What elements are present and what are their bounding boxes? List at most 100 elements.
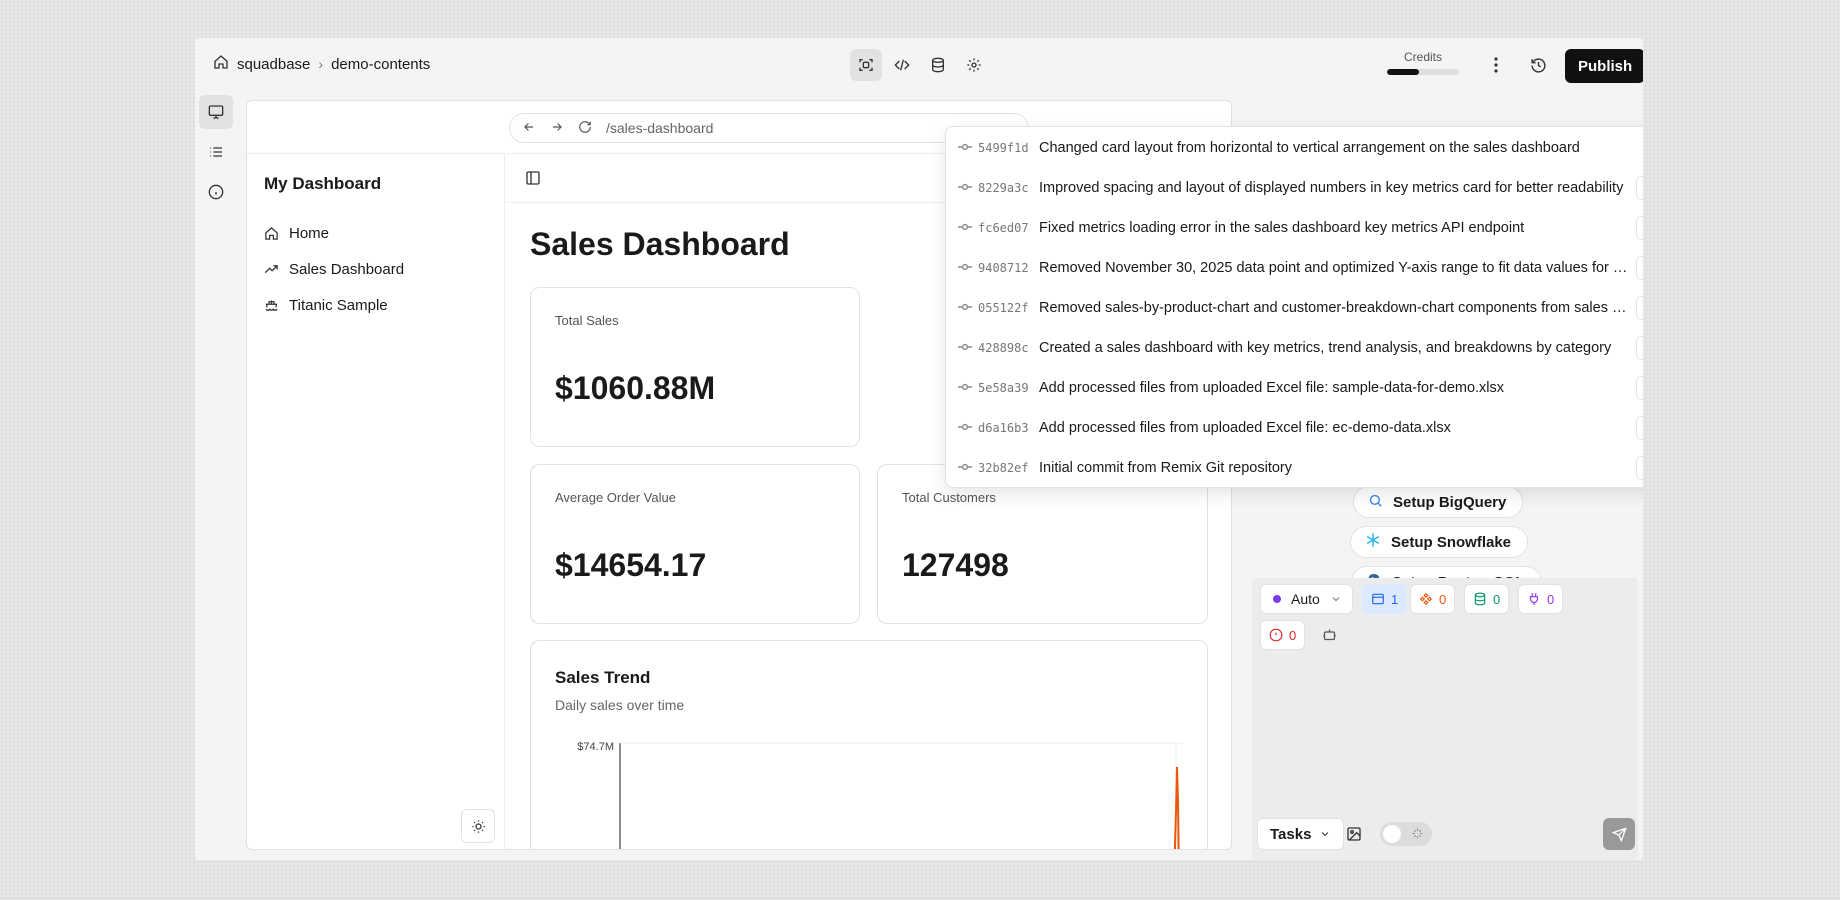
rail-info-button[interactable] bbox=[199, 175, 233, 209]
metric-label: Total Customers bbox=[902, 490, 996, 505]
forward-arrow-icon[interactable] bbox=[550, 120, 564, 137]
restore-here-button[interactable]: Restore here bbox=[1635, 176, 1643, 200]
commit-icon bbox=[958, 342, 972, 355]
mode-select[interactable]: Auto bbox=[1260, 584, 1353, 614]
history-icon bbox=[1530, 57, 1546, 73]
page-title: Sales Dashboard bbox=[530, 226, 790, 262]
credits-bar bbox=[1387, 69, 1459, 75]
nav-item-sales-dashboard[interactable]: Sales Dashboard bbox=[264, 261, 404, 278]
commit-hash: 9408712 bbox=[978, 261, 1029, 275]
commit-icon bbox=[958, 182, 972, 195]
commit-message: Removed November 30, 2025 data point and… bbox=[1039, 260, 1629, 276]
metric-label: Average Order Value bbox=[555, 490, 676, 505]
search-icon bbox=[1368, 493, 1383, 512]
tasks-button[interactable]: Tasks bbox=[1257, 818, 1345, 850]
browser-icon bbox=[1372, 593, 1384, 605]
more-vertical-icon bbox=[1494, 57, 1498, 73]
commit-message: Removed sales-by-product-chart and custo… bbox=[1039, 300, 1629, 316]
pages-counter-chip[interactable]: 1 bbox=[1362, 584, 1408, 614]
breadcrumb: squadbase › demo-contents bbox=[213, 54, 430, 74]
setup-bigquery-button[interactable]: Setup BigQuery bbox=[1353, 486, 1524, 518]
setup-label: Setup BigQuery bbox=[1393, 493, 1507, 511]
sparkle-icon bbox=[1412, 828, 1423, 839]
restore-here-button[interactable]: Restore here bbox=[1635, 416, 1643, 440]
setup-snowflake-button[interactable]: Setup Snowflake bbox=[1350, 526, 1529, 558]
history-row: 5e58a39 Add processed files from uploaded… bbox=[946, 368, 1643, 408]
data-sources-counter-chip[interactable]: 0 bbox=[1464, 584, 1510, 614]
counter-value: 1 bbox=[1391, 591, 1399, 607]
send-icon bbox=[1611, 826, 1627, 842]
nav-item-titanic-sample[interactable]: Titanic Sample bbox=[264, 297, 388, 314]
nav-item-label: Home bbox=[289, 225, 330, 242]
top-bar: squadbase › demo-contents Credits Publis… bbox=[195, 38, 1643, 91]
version-history-dropdown: 5499f1d Changed card layout from horizont… bbox=[945, 126, 1643, 488]
history-row: 428898c Created a sales dashboard with ke… bbox=[946, 328, 1643, 368]
list-icon bbox=[210, 147, 222, 157]
breadcrumb-project[interactable]: demo-contents bbox=[331, 56, 430, 73]
history-row: 8229a3c Improved spacing and layout of di… bbox=[946, 168, 1643, 208]
dashboard-sidebar: My Dashboard Home Sales Dashboard Titani… bbox=[247, 154, 505, 849]
rail-list-button[interactable] bbox=[199, 135, 233, 169]
chevron-right-icon: › bbox=[318, 56, 324, 72]
settings-button[interactable] bbox=[958, 49, 990, 81]
sidebar-title: My Dashboard bbox=[264, 174, 382, 193]
code-view-button[interactable] bbox=[886, 49, 918, 81]
metric-card-total-sales: Total Sales $1060.88M bbox=[530, 287, 860, 447]
integrations-counter-chip[interactable]: 0 bbox=[1518, 584, 1564, 614]
restore-here-button[interactable]: Restore here bbox=[1635, 296, 1643, 320]
history-row: 32b82ef Initial commit from Remix Git rep… bbox=[946, 448, 1643, 488]
metric-value: 127498 bbox=[902, 547, 1009, 583]
app-window: squadbase › demo-contents Credits Publis… bbox=[195, 38, 1643, 860]
counter-value: 0 bbox=[1439, 591, 1447, 607]
commit-icon bbox=[958, 222, 972, 235]
nav-item-label: Sales Dashboard bbox=[289, 261, 405, 278]
commit-message: Created a sales dashboard with key metri… bbox=[1039, 340, 1612, 356]
restore-here-button[interactable]: Restore here bbox=[1635, 456, 1643, 480]
restore-here-button[interactable]: Restore here bbox=[1635, 336, 1643, 360]
nav-item-home[interactable]: Home bbox=[264, 225, 329, 242]
rail-preview-button[interactable] bbox=[199, 95, 233, 129]
metric-value: $1060.88M bbox=[555, 370, 716, 406]
image-icon bbox=[1347, 827, 1361, 841]
history-button[interactable] bbox=[1525, 52, 1551, 78]
commit-message: Fixed metrics loading error in the sales… bbox=[1039, 220, 1525, 236]
restore-here-button[interactable]: Restore here bbox=[1635, 376, 1643, 400]
magic-mode-toggle[interactable] bbox=[1380, 822, 1432, 846]
send-button[interactable] bbox=[1603, 818, 1635, 850]
commit-message: Add processed files from uploaded Excel … bbox=[1039, 420, 1451, 436]
commit-icon bbox=[958, 142, 972, 155]
breadcrumb-org[interactable]: squadbase bbox=[237, 56, 310, 73]
sidebar-toggle-button[interactable] bbox=[521, 166, 545, 190]
image-upload-button[interactable] bbox=[1346, 826, 1362, 847]
panel-left-icon bbox=[526, 171, 540, 185]
gear-icon bbox=[967, 58, 981, 72]
theme-toggle-button[interactable] bbox=[461, 809, 495, 843]
nav-item-label: Titanic Sample bbox=[289, 297, 388, 314]
preview-view-button[interactable] bbox=[850, 49, 882, 81]
history-row: 5499f1d Changed card layout from horizont… bbox=[946, 128, 1643, 168]
commit-hash: 5e58a39 bbox=[978, 381, 1029, 395]
commit-message: Improved spacing and layout of displayed… bbox=[1039, 180, 1624, 196]
restore-here-button[interactable]: Restore here bbox=[1635, 256, 1643, 280]
components-counter-chip[interactable]: 0 bbox=[1410, 584, 1456, 614]
metric-card-average-order-value: Average Order Value $14654.17 bbox=[530, 464, 860, 624]
refresh-icon[interactable] bbox=[578, 120, 592, 137]
more-menu-button[interactable] bbox=[1483, 52, 1509, 78]
database-icon bbox=[1474, 592, 1486, 606]
publish-button[interactable]: Publish bbox=[1565, 49, 1643, 83]
component-icon bbox=[1419, 592, 1433, 606]
errors-counter-chip[interactable]: 0 bbox=[1260, 620, 1306, 650]
home-icon[interactable] bbox=[213, 54, 229, 74]
commit-icon bbox=[958, 382, 972, 395]
code-icon bbox=[894, 59, 910, 71]
bot-icon[interactable] bbox=[1322, 627, 1337, 647]
sales-trend-chart: $74.7M bbox=[577, 741, 1183, 849]
counter-value: 0 bbox=[1289, 627, 1297, 643]
commit-hash: 5499f1d bbox=[978, 141, 1029, 155]
sales-trend-chart-card: Sales Trend Daily sales over time $74.7M bbox=[530, 640, 1208, 849]
restore-here-button[interactable]: Restore here bbox=[1635, 216, 1643, 240]
info-icon bbox=[208, 184, 224, 200]
back-arrow-icon[interactable] bbox=[522, 120, 536, 137]
mode-label: Auto bbox=[1291, 591, 1320, 607]
data-view-button[interactable] bbox=[922, 49, 954, 81]
